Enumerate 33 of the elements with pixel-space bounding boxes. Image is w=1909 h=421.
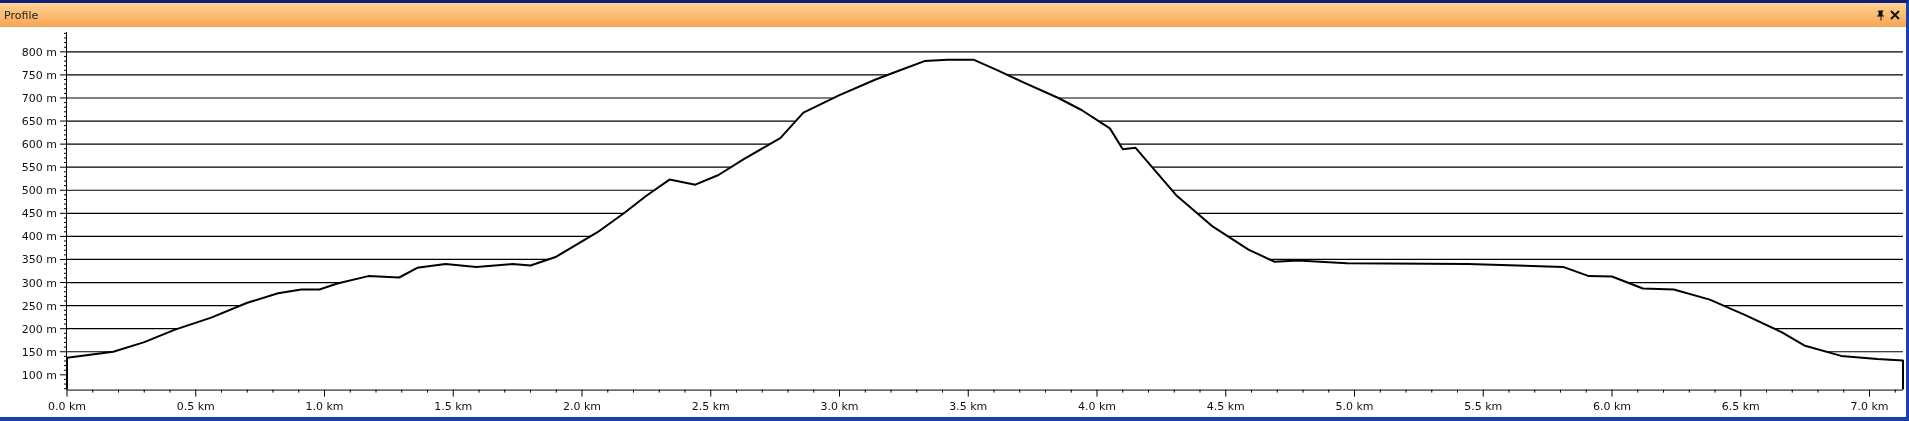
x-tick-label: 1.0 km: [305, 399, 344, 413]
y-tick-label: 650 m: [21, 115, 57, 129]
x-tick-label: 0.5 km: [176, 399, 215, 413]
x-tick-label: 5.0 km: [1335, 399, 1374, 413]
close-icon[interactable]: [1890, 10, 1900, 20]
y-tick-label: 800 m: [21, 45, 57, 59]
y-tick-label: 600 m: [21, 138, 57, 152]
x-tick-label: 4.0 km: [1077, 399, 1117, 413]
y-tick-label: 400 m: [21, 230, 57, 244]
y-tick-label: 550 m: [21, 161, 57, 175]
x-tick-label: 6.5 km: [1721, 399, 1760, 413]
x-tick-label: 7.0 km: [1850, 399, 1889, 413]
y-tick-label: 450 m: [21, 207, 57, 221]
y-tick-label: 500 m: [21, 184, 57, 198]
y-tick-label: 350 m: [21, 253, 57, 267]
x-tick-label: 3.5 km: [949, 399, 988, 413]
y-tick-label: 700 m: [21, 92, 57, 105]
y-tick-label: 200 m: [21, 322, 57, 336]
x-tick-label: 5.5 km: [1464, 399, 1503, 413]
y-tick-label: 250 m: [21, 299, 57, 313]
x-tick-label: 2.0 km: [562, 399, 602, 413]
x-tick-label: 2.5 km: [691, 399, 730, 413]
x-tick-label: 3.0 km: [820, 399, 859, 413]
x-tick-label: 0.0 km: [47, 399, 87, 413]
window-title: Profile: [4, 8, 39, 22]
y-tick-label: 750 m: [21, 68, 57, 82]
y-tick-label: 300 m: [21, 276, 57, 290]
y-tick-label: 150 m: [21, 345, 57, 359]
x-tick-label: 6.0 km: [1592, 399, 1632, 413]
pin-icon[interactable]: [1877, 9, 1885, 21]
x-tick-label: 4.5 km: [1206, 399, 1245, 413]
x-tick-label: 1.5 km: [434, 399, 473, 413]
y-tick-label: 100 m: [21, 368, 57, 382]
